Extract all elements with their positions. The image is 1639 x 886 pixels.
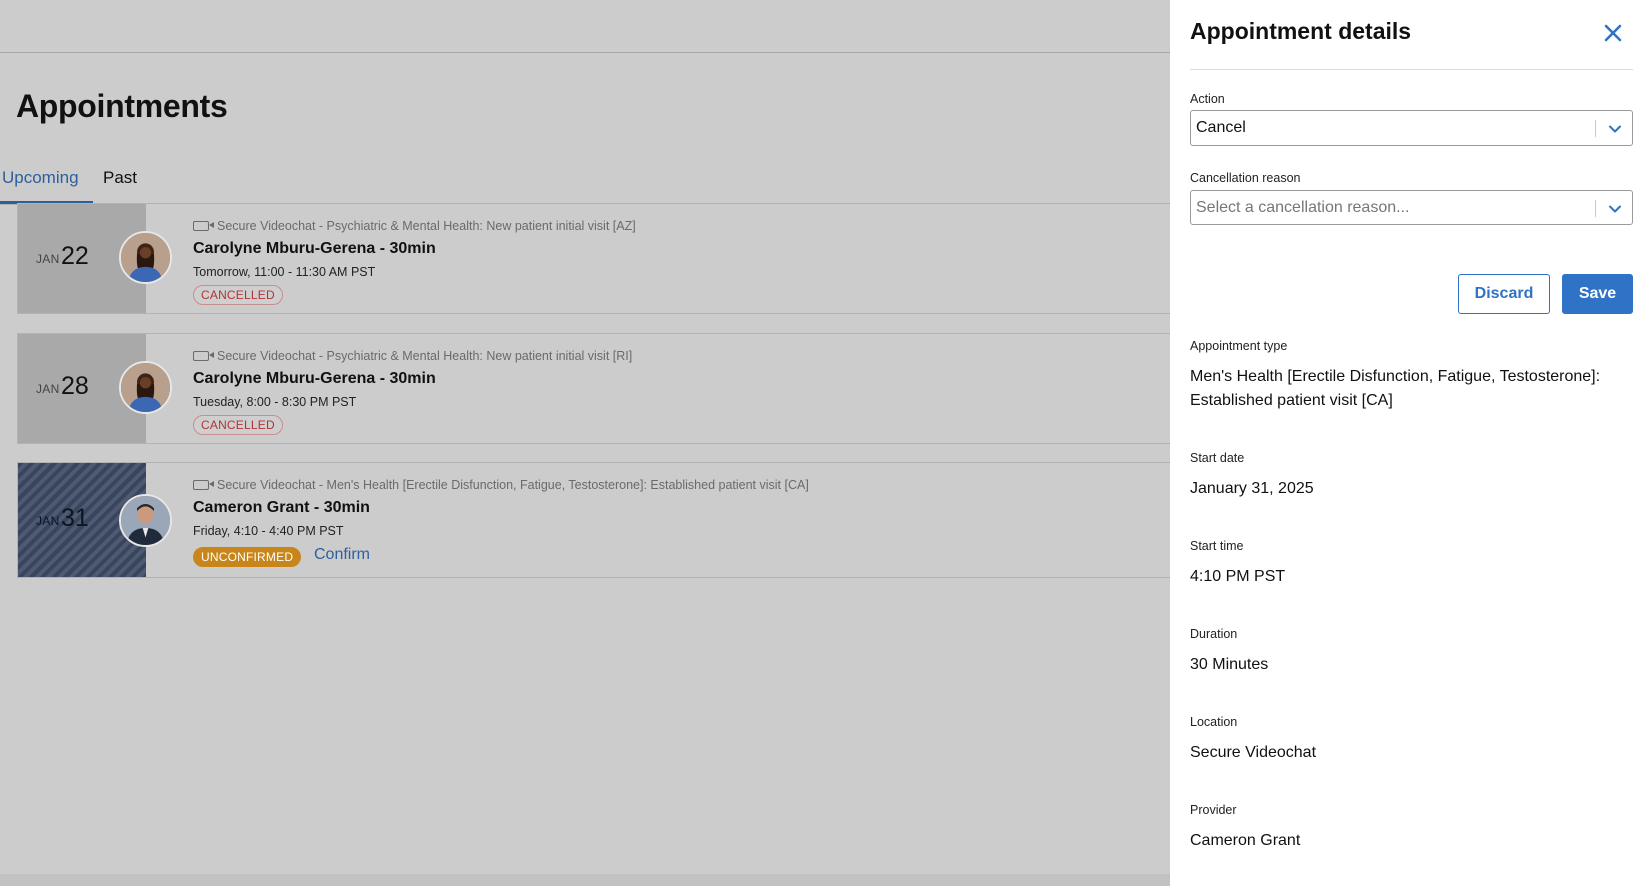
appointment-card[interactable]: JAN 22 Secure Videochat - Psychiatric & …: [17, 203, 1170, 314]
location-value: Secure Videochat: [1190, 744, 1317, 761]
divider: [1190, 69, 1633, 70]
video-camera-icon: [193, 351, 214, 361]
location-label: Location: [1190, 715, 1238, 729]
start-date-value: January 31, 2025: [1190, 480, 1314, 497]
status-badge: CANCELLED: [193, 415, 283, 435]
appointment-type: Secure Videochat - Men's Health [Erectil…: [217, 478, 809, 492]
appointment-time: Tomorrow, 11:00 - 11:30 AM PST: [193, 265, 376, 279]
page-title: Appointments: [16, 88, 228, 124]
date-day: 22: [61, 242, 89, 270]
save-button[interactable]: Save: [1562, 274, 1633, 314]
action-label: Action: [1190, 92, 1225, 106]
date-month: JAN: [36, 514, 60, 528]
avatar: [119, 361, 172, 414]
appointment-type: Secure Videochat - Psychiatric & Mental …: [217, 349, 633, 363]
appointment-details-panel: Appointment details Action Cancel Cancel…: [1170, 0, 1639, 886]
date-month: JAN: [36, 382, 60, 396]
tab-past[interactable]: Past: [103, 168, 137, 188]
appointment-card[interactable]: JAN 28 Secure Videochat - Psychiatric & …: [17, 333, 1170, 444]
date-day: 31: [61, 504, 89, 532]
appointment-type-label: Appointment type: [1190, 339, 1288, 353]
confirm-link[interactable]: Confirm: [314, 546, 370, 564]
appointment-card[interactable]: JAN 31 Secure Videochat - Men's Health […: [17, 462, 1170, 578]
close-icon[interactable]: [1603, 23, 1623, 43]
cancellation-reason-select[interactable]: Select a cancellation reason...: [1190, 190, 1633, 225]
appointment-provider: Carolyne Mburu-Gerena - 30min: [193, 370, 436, 387]
date-month: JAN: [36, 252, 60, 266]
select-separator: [1595, 200, 1596, 217]
avatar: [119, 494, 172, 547]
appointment-type-value: Men's Health [Erectile Disfunction, Fati…: [1190, 368, 1601, 409]
appointment-provider: Cameron Grant - 30min: [193, 499, 370, 516]
action-select-value: Cancel: [1196, 119, 1246, 136]
appointment-provider: Carolyne Mburu-Gerena - 30min: [193, 240, 436, 257]
duration-label: Duration: [1190, 627, 1238, 641]
cancellation-reason-label: Cancellation reason: [1190, 171, 1301, 185]
action-select[interactable]: Cancel: [1190, 110, 1633, 146]
tab-bar: Upcoming Past: [0, 160, 1170, 205]
appointment-type: Secure Videochat - Psychiatric & Mental …: [217, 219, 636, 233]
video-camera-icon: [193, 221, 214, 231]
footer-strip: [0, 874, 1170, 886]
provider-label: Provider: [1190, 803, 1237, 817]
discard-button[interactable]: Discard: [1458, 274, 1550, 314]
start-date-label: Start date: [1190, 451, 1245, 465]
select-separator: [1595, 120, 1596, 137]
video-camera-icon: [193, 480, 214, 490]
tab-upcoming[interactable]: Upcoming: [2, 168, 79, 188]
panel-title: Appointment details: [1190, 18, 1412, 44]
top-bar: [0, 0, 1170, 53]
start-time-label: Start time: [1190, 539, 1244, 553]
status-badge: CANCELLED: [193, 285, 283, 305]
avatar: [119, 231, 172, 284]
status-badge: UNCONFIRMED: [193, 547, 302, 567]
cancellation-reason-placeholder: Select a cancellation reason...: [1196, 199, 1410, 216]
duration-value: 30 Minutes: [1190, 656, 1269, 673]
appointment-time: Friday, 4:10 - 4:40 PM PST: [193, 524, 344, 538]
appointment-time: Tuesday, 8:00 - 8:30 PM PST: [193, 395, 357, 409]
provider-value: Cameron Grant: [1190, 832, 1301, 849]
start-time-value: 4:10 PM PST: [1190, 568, 1286, 585]
date-day: 28: [61, 372, 89, 400]
chevron-down-icon[interactable]: [1608, 122, 1622, 136]
chevron-down-icon[interactable]: [1608, 202, 1622, 216]
